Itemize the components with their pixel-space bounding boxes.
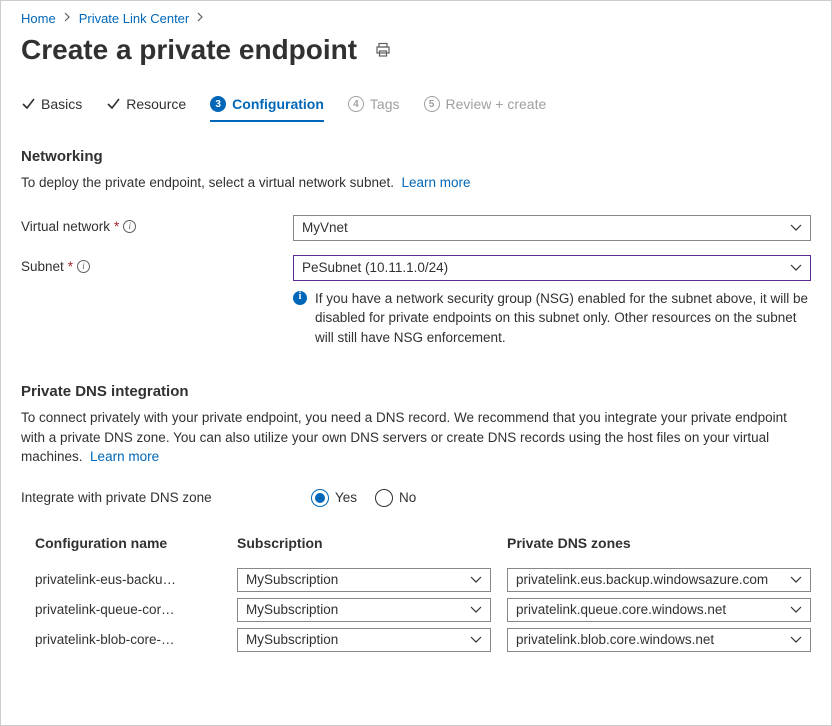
page-title: Create a private endpoint	[21, 34, 357, 66]
dns-description: To connect privately with your private e…	[21, 408, 811, 467]
breadcrumb-private-link-center[interactable]: Private Link Center	[79, 11, 190, 26]
print-icon[interactable]	[375, 42, 391, 58]
integrate-yes-radio[interactable]: Yes	[311, 489, 357, 507]
chevron-down-icon	[470, 636, 482, 644]
tab-resource[interactable]: Resource	[106, 96, 186, 122]
chevron-right-icon	[197, 12, 204, 25]
required-icon: *	[114, 219, 119, 234]
nsg-info-message: i If you have a network security group (…	[293, 289, 811, 348]
table-row: privatelink-blob-core-… MySubscription p…	[35, 625, 811, 655]
tab-basics[interactable]: Basics	[21, 96, 82, 122]
config-name: privatelink-blob-core-…	[35, 632, 221, 647]
step-number-icon: 5	[424, 96, 440, 112]
dns-zones-table: Configuration name Subscription Private …	[21, 535, 811, 655]
subscription-select[interactable]: MySubscription	[237, 598, 491, 622]
chevron-down-icon	[790, 636, 802, 644]
learn-more-networking[interactable]: Learn more	[402, 175, 471, 190]
step-number-icon: 4	[348, 96, 364, 112]
breadcrumb-home[interactable]: Home	[21, 11, 56, 26]
subnet-select[interactable]: PeSubnet (10.11.1.0/24)	[293, 255, 811, 281]
dns-zone-select[interactable]: privatelink.queue.core.windows.net	[507, 598, 811, 622]
tab-tags[interactable]: 4 Tags	[348, 96, 400, 122]
dns-zone-select[interactable]: privatelink.blob.core.windows.net	[507, 628, 811, 652]
chevron-down-icon	[790, 264, 802, 272]
chevron-down-icon	[790, 576, 802, 584]
info-icon[interactable]: i	[123, 220, 136, 233]
config-name: privatelink-queue-cor…	[35, 602, 221, 617]
step-number-icon: 3	[210, 96, 226, 112]
col-dns-zones: Private DNS zones	[507, 535, 811, 551]
networking-description: To deploy the private endpoint, select a…	[21, 173, 811, 193]
chevron-down-icon	[790, 224, 802, 232]
dns-zone-select[interactable]: privatelink.eus.backup.windowsazure.com	[507, 568, 811, 592]
tab-review-create[interactable]: 5 Review + create	[424, 96, 547, 122]
col-subscription: Subscription	[237, 535, 491, 551]
subscription-select[interactable]: MySubscription	[237, 568, 491, 592]
chevron-down-icon	[790, 606, 802, 614]
subnet-label: Subnet * i	[21, 255, 293, 274]
integrate-dns-label: Integrate with private DNS zone	[21, 490, 311, 505]
required-icon: *	[68, 259, 73, 274]
table-row: privatelink-queue-cor… MySubscription pr…	[35, 595, 811, 625]
radio-unselected-icon	[375, 489, 393, 507]
checkmark-icon	[106, 97, 120, 111]
col-config-name: Configuration name	[35, 535, 221, 551]
subscription-select[interactable]: MySubscription	[237, 628, 491, 652]
integrate-dns-row: Integrate with private DNS zone Yes No	[21, 489, 811, 507]
wizard-tabs: Basics Resource 3 Configuration 4 Tags 5…	[21, 96, 811, 122]
breadcrumb: Home Private Link Center	[21, 9, 811, 30]
learn-more-dns[interactable]: Learn more	[90, 449, 159, 464]
info-icon[interactable]: i	[77, 260, 90, 273]
checkmark-icon	[21, 97, 35, 111]
chevron-down-icon	[470, 576, 482, 584]
radio-selected-icon	[311, 489, 329, 507]
tab-configuration[interactable]: 3 Configuration	[210, 96, 324, 122]
chevron-down-icon	[470, 606, 482, 614]
virtual-network-row: Virtual network * i MyVnet	[21, 215, 811, 241]
networking-heading: Networking	[21, 148, 811, 165]
dns-heading: Private DNS integration	[21, 383, 811, 400]
subnet-row: Subnet * i PeSubnet (10.11.1.0/24) i If …	[21, 255, 811, 348]
chevron-right-icon	[64, 12, 71, 25]
config-name: privatelink-eus-backu…	[35, 572, 221, 587]
integrate-no-radio[interactable]: No	[375, 489, 416, 507]
table-row: privatelink-eus-backu… MySubscription pr…	[35, 565, 811, 595]
virtual-network-select[interactable]: MyVnet	[293, 215, 811, 241]
virtual-network-label: Virtual network * i	[21, 215, 293, 234]
info-icon: i	[293, 291, 307, 305]
